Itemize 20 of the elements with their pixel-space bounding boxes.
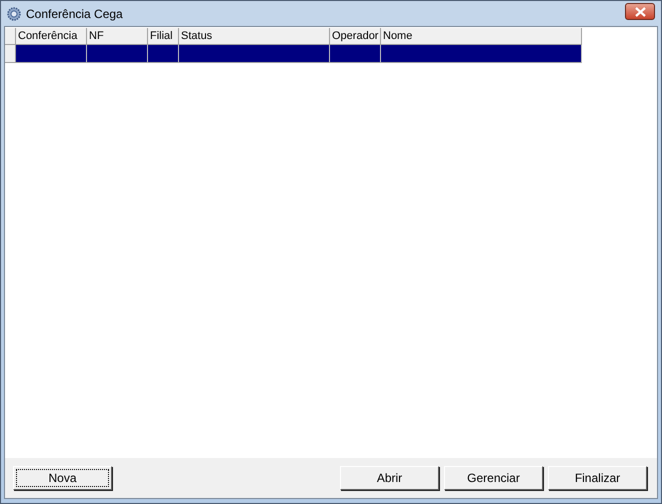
gear-icon [6, 6, 22, 22]
action-button[interactable]: Gerenciar [444, 466, 543, 490]
column-header[interactable]: Status [179, 28, 330, 45]
close-button[interactable] [625, 3, 655, 20]
column-header[interactable]: Operador [330, 28, 381, 45]
table-cell[interactable] [87, 45, 148, 63]
window-title: Conferência Cega [26, 6, 124, 20]
column-header[interactable]: Filial [148, 28, 179, 45]
column-header[interactable]: Nome [381, 28, 582, 45]
table-cell[interactable] [330, 45, 381, 63]
column-header[interactable]: Conferência [16, 28, 87, 45]
table-cell[interactable] [381, 45, 582, 63]
action-button[interactable]: Abrir [340, 466, 439, 490]
table-cell[interactable] [148, 45, 179, 63]
table-cell[interactable] [179, 45, 330, 63]
action-button[interactable]: Nova [13, 466, 112, 490]
close-icon [634, 6, 646, 16]
action-button[interactable]: Finalizar [548, 466, 647, 490]
column-header[interactable]: NF [87, 28, 148, 45]
table-cell[interactable] [16, 45, 87, 63]
